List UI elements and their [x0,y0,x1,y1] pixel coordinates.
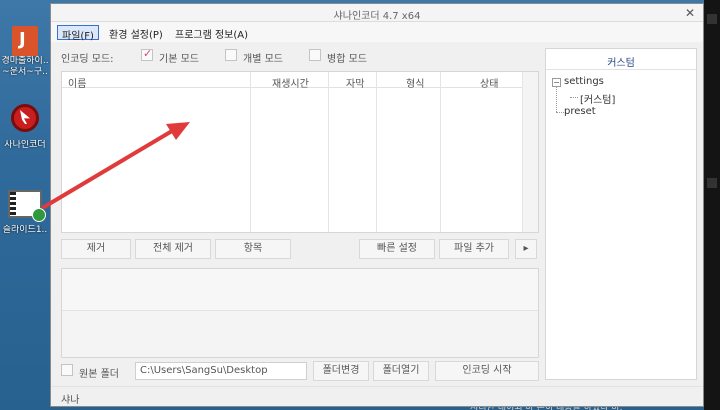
menu-file[interactable]: 파일(F) [57,25,99,42]
quick-settings-button[interactable]: 빠른 설정 [359,239,435,259]
close-icon[interactable]: ✕ [683,6,697,20]
video-file-icon [8,190,46,222]
desktop-icon-sanaencoder[interactable]: 사나인코더 [0,104,50,151]
title-bar[interactable]: 샤나인코더 4.7 x64 ✕ [51,4,703,22]
remove-all-button[interactable]: 전체 제거 [135,239,211,259]
file-list-scrollbar[interactable] [522,72,538,232]
preset-panel-divider [546,69,696,70]
desktop-icon-label: 사나인코더 [4,140,46,150]
preset-panel: 커스텀 − settings [커스텀] preset [545,48,697,380]
change-folder-button[interactable]: 폴더변경 [313,361,369,381]
column-divider [376,72,377,232]
column-subtitle[interactable]: 자막 [346,75,364,90]
tree-guide-line [570,97,578,98]
file-list-header: 이름 재생시간 자막 형식 상태 [62,72,538,90]
sanaencoder-window: 샤나인코더 4.7 x64 ✕ 파일(F) 환경 설정(P) 프로그램 정보(A… [50,3,704,407]
log-panel-top [62,269,538,311]
tree-guide-line [556,87,557,112]
desktop-icon-label: ~운서~구.. [2,67,48,77]
output-path-field[interactable]: C:\Users\SangSu\Desktop [135,362,307,380]
encoding-mode-label: 인코딩 모드: [61,54,114,65]
window-title: 샤나인코더 4.7 x64 [333,11,421,22]
status-text: 샤나 [61,395,80,406]
tree-item-settings[interactable]: settings [564,76,604,87]
open-folder-button[interactable]: 폴더열기 [373,361,429,381]
desktop-right-block [707,178,717,188]
column-divider [328,72,329,232]
desktop-icon-label: 슬라이드1.. [2,225,48,235]
desktop-right-edge [704,0,720,410]
status-bar: 샤나 [51,386,703,406]
file-list[interactable]: 이름 재생시간 자막 형식 상태 [61,71,539,233]
tree-collapse-icon[interactable]: − [552,78,561,87]
remove-button[interactable]: 제거 [61,239,131,259]
merge-mode-checkbox[interactable] [309,49,321,61]
menu-about[interactable]: 프로그램 정보(A) [171,25,252,41]
column-status[interactable]: 상태 [480,75,498,90]
tree-item-custom[interactable]: [커스텀] [580,91,615,106]
basic-mode-checkbox[interactable] [141,47,153,61]
column-divider [440,72,441,232]
column-format[interactable]: 형식 [406,75,424,90]
individual-mode-checkbox[interactable] [225,49,237,61]
sanaencoder-icon [11,104,39,132]
tree-item-preset[interactable]: preset [564,106,596,117]
source-folder-label: 원본 폴더 [79,369,119,380]
item-button[interactable]: 항목 [215,239,291,259]
desktop-icon-doc[interactable]: 경마출하이.. ~운서~구.. [0,26,50,78]
menu-bar: 파일(F) 환경 설정(P) 프로그램 정보(A) [51,22,703,42]
tree-guide-line [556,112,564,113]
log-panel [61,268,539,358]
start-encoding-button[interactable]: 인코딩 시작 [435,361,539,381]
menu-settings[interactable]: 환경 설정(P) [105,25,167,41]
column-name[interactable]: 이름 [68,75,86,90]
column-divider [250,72,251,232]
column-duration[interactable]: 재생시간 [272,75,309,90]
more-button[interactable]: ▸ [515,239,537,259]
desktop-icon-video[interactable]: 슬라이드1.. [0,190,50,236]
add-file-button[interactable]: 파일 추가 [439,239,509,259]
desktop-icon-label: 경마출하이.. [1,56,49,66]
individual-mode-label: 개별 모드 [243,54,283,65]
basic-mode-label: 기본 모드 [159,54,199,65]
source-folder-checkbox[interactable] [61,364,73,376]
desktop-right-block [707,14,717,24]
doc-icon [12,26,38,56]
preset-panel-title: 커스텀 [607,58,635,69]
merge-mode-label: 병합 모드 [327,54,367,65]
